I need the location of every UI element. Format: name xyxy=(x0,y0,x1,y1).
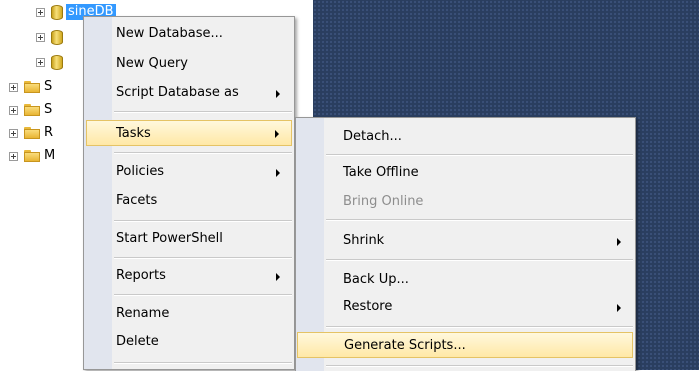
submenu-arrow-icon xyxy=(617,304,621,312)
tree-node-label: R xyxy=(44,125,54,140)
menu-item-delete[interactable]: Delete xyxy=(86,331,292,353)
menu-separator xyxy=(326,154,633,156)
submenu-arrow-icon xyxy=(276,90,280,98)
database-context-menu: New Database... New Query Script Databas… xyxy=(83,16,295,370)
menu-separator xyxy=(326,259,633,261)
menu-item-shrink[interactable]: Shrink xyxy=(298,230,633,252)
menu-item-bring-online: Bring Online xyxy=(298,191,633,213)
menu-separator xyxy=(114,220,292,222)
tree-node-folder[interactable]: S xyxy=(9,101,52,119)
menu-item-label: Generate Scripts... xyxy=(344,338,466,353)
menu-item-label: New Database... xyxy=(116,26,223,41)
folder-icon xyxy=(24,104,40,116)
menu-separator xyxy=(114,362,292,364)
menu-item-take-offline[interactable]: Take Offline xyxy=(298,162,633,184)
menu-item-rename[interactable]: Rename xyxy=(86,303,292,325)
folder-icon xyxy=(24,127,40,139)
menu-item-label: Rename xyxy=(116,306,170,321)
menu-item-start-powershell[interactable]: Start PowerShell xyxy=(86,228,292,250)
menu-item-label: Start PowerShell xyxy=(116,231,223,246)
menu-item-label: Script Database as xyxy=(116,85,239,100)
expand-icon[interactable] xyxy=(36,57,45,67)
menu-separator xyxy=(326,365,633,367)
menu-item-label: Tasks xyxy=(116,126,151,141)
tree-node-label: S xyxy=(44,102,53,117)
folder-icon xyxy=(24,150,40,162)
menu-item-label: Detach... xyxy=(343,129,402,144)
tree-node-label: M xyxy=(44,148,56,163)
expand-icon[interactable] xyxy=(36,7,45,17)
expand-icon[interactable] xyxy=(9,82,18,92)
menu-item-detach[interactable]: Detach... xyxy=(298,126,633,148)
menu-item-restore[interactable]: Restore xyxy=(298,296,633,318)
tree-node-label: S xyxy=(44,79,53,94)
menu-separator xyxy=(326,219,633,221)
menu-item-generate-scripts[interactable]: Generate Scripts... xyxy=(297,332,633,358)
expand-icon[interactable] xyxy=(9,105,18,115)
menu-item-label: New Query xyxy=(116,56,188,71)
tree-node-folder[interactable]: R xyxy=(9,124,53,142)
menu-item-facets[interactable]: Facets xyxy=(86,190,292,212)
menu-item-label: Shrink xyxy=(343,233,385,248)
menu-separator xyxy=(114,111,292,113)
database-icon xyxy=(51,29,63,45)
menu-item-label: Back Up... xyxy=(343,272,409,287)
menu-item-label: Take Offline xyxy=(343,165,419,180)
menu-separator xyxy=(114,294,292,296)
expand-icon[interactable] xyxy=(9,128,18,138)
menu-item-new-database[interactable]: New Database... xyxy=(86,23,292,45)
folder-icon xyxy=(24,81,40,93)
tree-node-database[interactable] xyxy=(36,28,66,46)
menu-item-label: Policies xyxy=(116,164,165,179)
menu-separator xyxy=(114,152,292,154)
tree-node-database[interactable] xyxy=(36,53,66,71)
menu-item-policies[interactable]: Policies xyxy=(86,161,292,183)
menu-item-label: Restore xyxy=(343,299,393,314)
menu-item-label: Facets xyxy=(116,193,158,208)
database-icon xyxy=(51,4,63,20)
tree-node-folder[interactable]: M xyxy=(9,147,55,165)
expand-icon[interactable] xyxy=(36,32,45,42)
menu-separator xyxy=(114,257,292,259)
menu-item-back-up[interactable]: Back Up... xyxy=(298,269,633,291)
menu-item-new-query[interactable]: New Query xyxy=(86,53,292,75)
submenu-arrow-icon xyxy=(275,130,279,138)
database-icon xyxy=(51,54,63,70)
menu-item-script-database-as[interactable]: Script Database as xyxy=(86,82,292,104)
menu-separator xyxy=(326,326,633,328)
menu-item-label: Bring Online xyxy=(343,194,424,209)
tasks-submenu: Detach... Take Offline Bring Online Shri… xyxy=(295,117,636,371)
submenu-arrow-icon xyxy=(276,273,280,281)
menu-item-tasks[interactable]: Tasks xyxy=(86,120,292,146)
submenu-arrow-icon xyxy=(276,169,280,177)
menu-item-label: Delete xyxy=(116,334,159,349)
menu-item-reports[interactable]: Reports xyxy=(86,265,292,287)
submenu-arrow-icon xyxy=(617,238,621,246)
tree-node-folder[interactable]: S xyxy=(9,78,52,96)
expand-icon[interactable] xyxy=(9,151,18,161)
menu-item-label: Reports xyxy=(116,268,166,283)
